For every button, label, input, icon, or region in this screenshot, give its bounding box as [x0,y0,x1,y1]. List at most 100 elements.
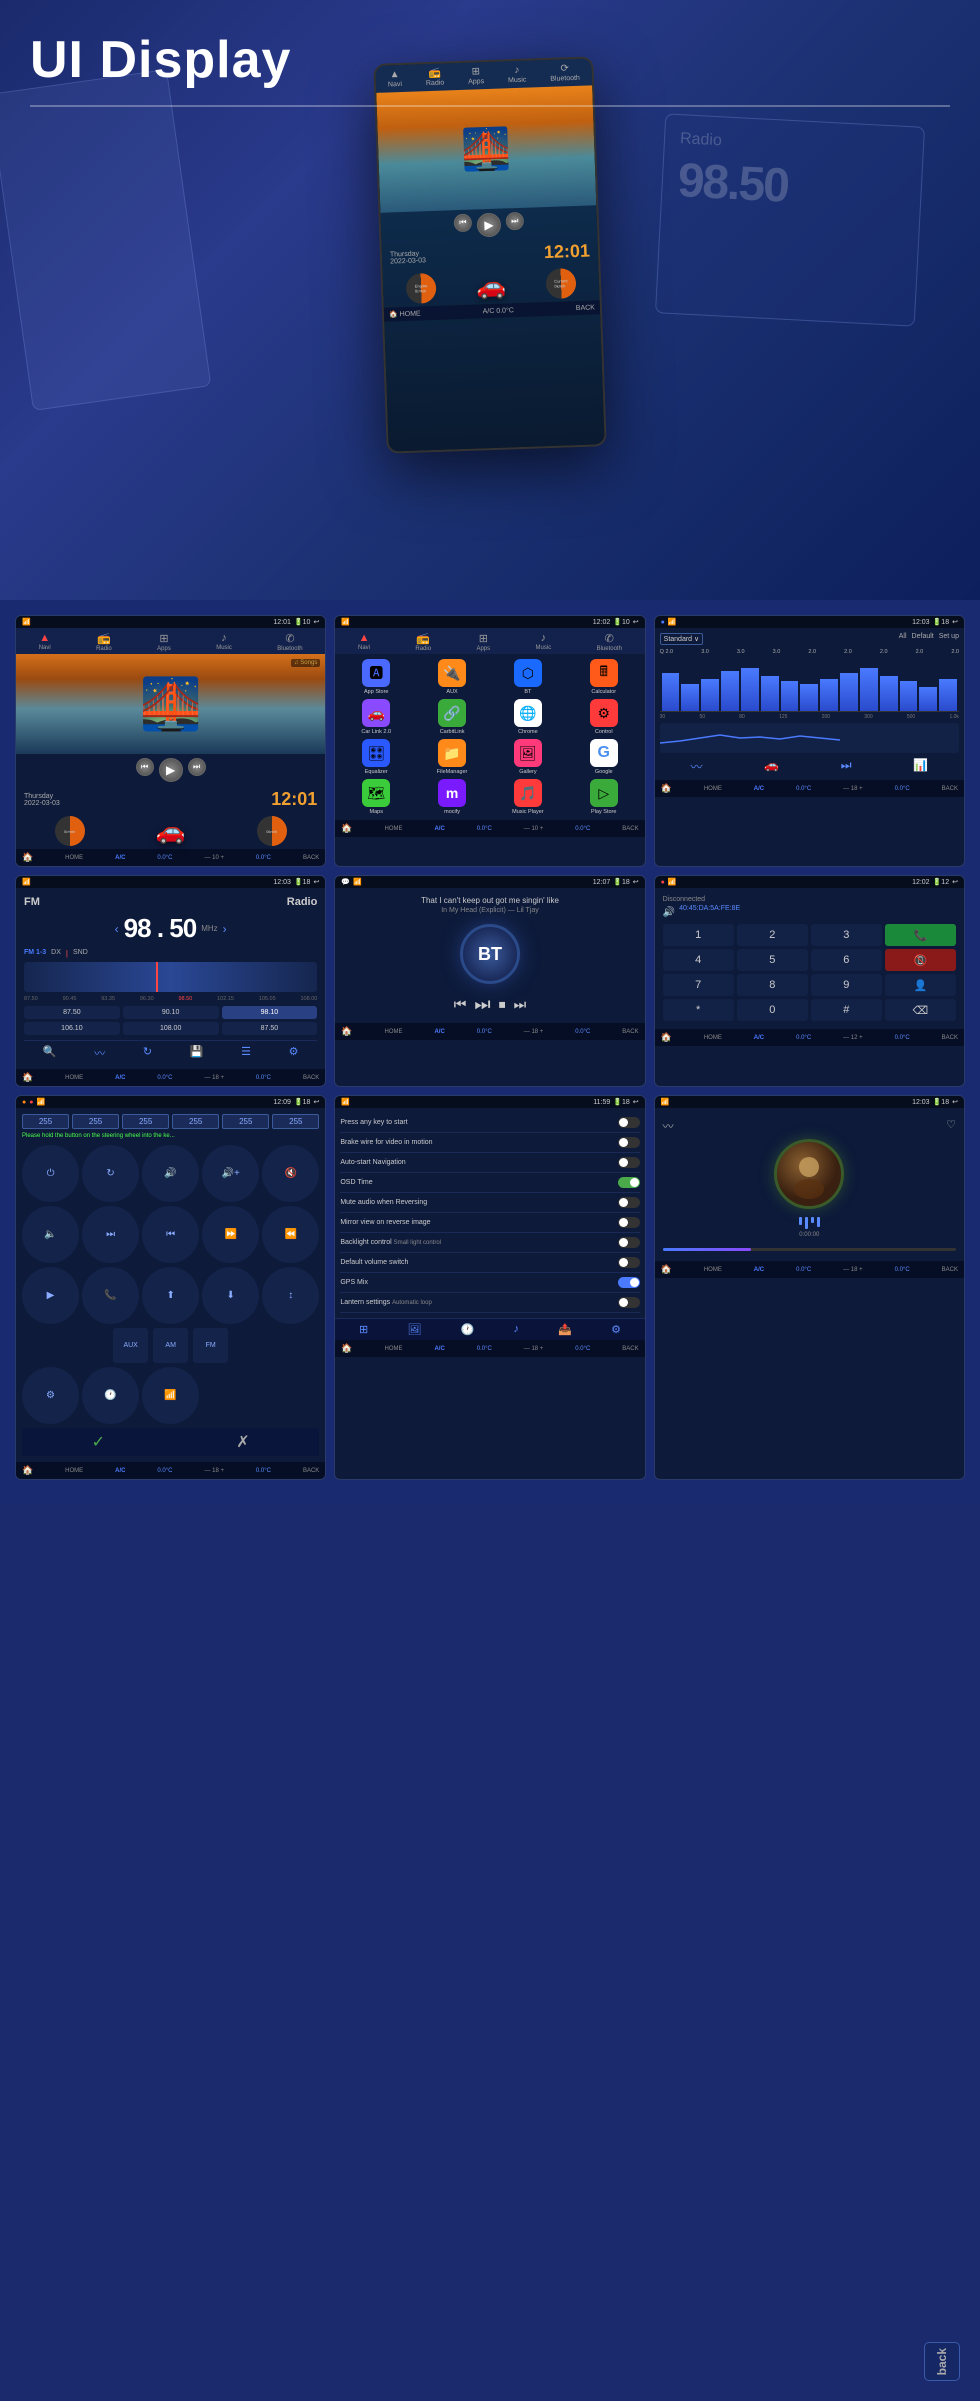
settings-next-btn[interactable]: ⏭ [82,1206,139,1263]
phone-back-label[interactable]: BACK [942,1035,958,1041]
phone-key-star[interactable]: * [663,999,734,1021]
music-home-icon[interactable]: 🏠 [661,1264,672,1275]
hero-back-btn[interactable]: BACK [576,304,595,312]
apps-home-icon[interactable]: 🏠 [341,823,352,834]
toggle-upload-icon[interactable]: 📤 [558,1323,572,1336]
toggle-switch-7[interactable] [618,1237,640,1248]
radio-preset-3[interactable]: 98.10 [222,1006,318,1019]
toggle-switch-8[interactable] [618,1257,640,1268]
phone-contacts-btn[interactable]: 👤 [885,974,956,996]
app-carbitlink[interactable]: 🔗 CarbitLink [416,699,488,735]
phone-call-btn[interactable]: 📞 [885,924,956,946]
toggle-switch-5[interactable] [618,1197,640,1208]
toggle-switch-2[interactable] [618,1137,640,1148]
bt-home-icon[interactable]: 🏠 [341,1026,352,1037]
eq-chart-icon[interactable]: 📊 [913,758,928,775]
home-next-btn[interactable]: ⏭ [188,758,206,776]
eq-skip-icon[interactable]: ⏭ [841,758,852,775]
radio-band-fm13[interactable]: FM 1-3 [24,949,46,958]
toggle-switch-4[interactable] [618,1177,640,1188]
phone-key-2[interactable]: 2 [737,924,808,946]
app-gallery[interactable]: 🖼 Gallery [492,739,564,775]
phone-key-9[interactable]: 9 [811,974,882,996]
settings-prev-btn[interactable]: ⏮ [142,1206,199,1263]
radio-next-btn[interactable]: › [223,922,227,936]
phone-backspace-btn[interactable]: ⌫ [885,999,956,1021]
eq-bar-13[interactable] [900,681,918,711]
eq-car-icon[interactable]: 🚗 [764,758,779,775]
toggle-back-label[interactable]: BACK [622,1346,638,1352]
settings-aux-btn[interactable]: AUX [113,1328,148,1363]
radio-preset-6[interactable]: 87.50 [222,1022,318,1035]
eq-bar-7[interactable] [781,681,799,711]
phone-home-icon[interactable]: 🏠 [661,1032,672,1043]
radio-prev-btn[interactable]: ‹ [115,922,119,936]
eq-home-icon[interactable]: 🏠 [661,783,672,794]
eq-bar-10[interactable] [840,673,858,711]
settings-rw-btn[interactable]: ⏪ [262,1206,319,1263]
settings-k2-btn[interactable]: ↕ [262,1267,319,1324]
phone-key-6[interactable]: 6 [811,949,882,971]
settings-kdn-btn[interactable]: ⬇ [202,1267,259,1324]
bt-forward-btn[interactable]: ⏭ [514,996,527,1013]
toggle-switch-3[interactable] [618,1157,640,1168]
app-appstore[interactable]: 🅰 App Store [340,659,412,695]
app-calc[interactable]: 🖩 Calculator [568,659,640,695]
settings-phone-btn[interactable]: 📞 [82,1267,139,1324]
app-control[interactable]: ⚙ Control [568,699,640,735]
bt-playpause-btn[interactable]: ⏭ [474,994,490,1015]
eq-bar-12[interactable] [880,676,898,711]
home-home-icon[interactable]: 🏠 [22,852,33,863]
settings-voldn-btn[interactable]: 🔇 [262,1145,319,1202]
eq-bar-14[interactable] [919,687,937,711]
toggle-apps-icon[interactable]: ⊞ [359,1323,368,1336]
apps-nav-bt[interactable]: ✆ Bluetooth [597,632,622,652]
app-bt[interactable]: ⬡ BT [492,659,564,695]
home-nav-music[interactable]: ♪ Music [216,632,232,652]
phone-key-7[interactable]: 7 [663,974,734,996]
eq-bar-9[interactable] [820,679,838,711]
settings-kup-btn[interactable]: ⬆ [142,1267,199,1324]
settings-power-btn[interactable]: ⏻ [22,1145,79,1202]
app-aux[interactable]: 🔌 AUX [416,659,488,695]
radio-preset-2[interactable]: 90.10 [123,1006,219,1019]
eq-bar-11[interactable] [860,668,878,711]
hero-prev-btn[interactable]: ⏮ [454,214,473,233]
settings-am-btn[interactable]: AM [153,1328,188,1363]
eq-bar-8[interactable] [800,684,818,711]
home-nav-bt[interactable]: ✆ Bluetooth [277,632,302,652]
eq-back-label[interactable]: BACK [942,786,958,792]
eq-standard-label[interactable]: Standard ∨ [660,633,703,645]
app-playstore[interactable]: ▷ Play Store [568,779,640,815]
steering-home-icon[interactable]: 🏠 [22,1465,33,1476]
apps-nav-radio[interactable]: 📻 Radio [415,632,431,652]
hero-next-btn[interactable]: ⏭ [506,212,525,231]
eq-setup-btn[interactable]: Set up [939,633,959,645]
settings-signal-btn[interactable]: 📶 [142,1367,199,1424]
music-progress-bar[interactable] [663,1248,956,1251]
app-eq[interactable]: 🎛 Equalizer [340,739,412,775]
home-nav-apps[interactable]: ⊞ Apps [157,632,171,652]
radio-preset-1[interactable]: 87.50 [24,1006,120,1019]
radio-search-icon[interactable]: 🔍 [43,1045,57,1061]
home-nav-radio[interactable]: 📻 Radio [96,632,112,652]
radio-list-icon[interactable]: ☰ [241,1045,251,1061]
phone-key-3[interactable]: 3 [811,924,882,946]
bt-rewind-btn[interactable]: ⏮ [454,996,467,1013]
phone-key-5[interactable]: 5 [737,949,808,971]
settings-ff-btn[interactable]: ⏩ [202,1206,259,1263]
bt-back-label[interactable]: BACK [622,1029,638,1035]
phone-key-8[interactable]: 8 [737,974,808,996]
app-musicplayer[interactable]: 🎵 Music Player [492,779,564,815]
eq-all-btn[interactable]: All [899,633,907,645]
toggle-home-icon[interactable]: 🏠 [341,1343,352,1354]
music-back-label[interactable]: BACK [942,1267,958,1273]
toggle-settings-icon[interactable]: ⚙ [611,1323,621,1336]
app-carlink[interactable]: 🚗 Car Link 2.0 [340,699,412,735]
radio-repeat-icon[interactable]: ↻ [143,1045,152,1061]
apps-back-label[interactable]: BACK [622,826,638,832]
phone-key-0[interactable]: 0 [737,999,808,1021]
footer-back-text[interactable]: back [935,2348,949,2375]
settings-x-btn[interactable]: ✗ [236,1432,249,1452]
settings-clock-btn[interactable]: 🕐 [82,1367,139,1424]
